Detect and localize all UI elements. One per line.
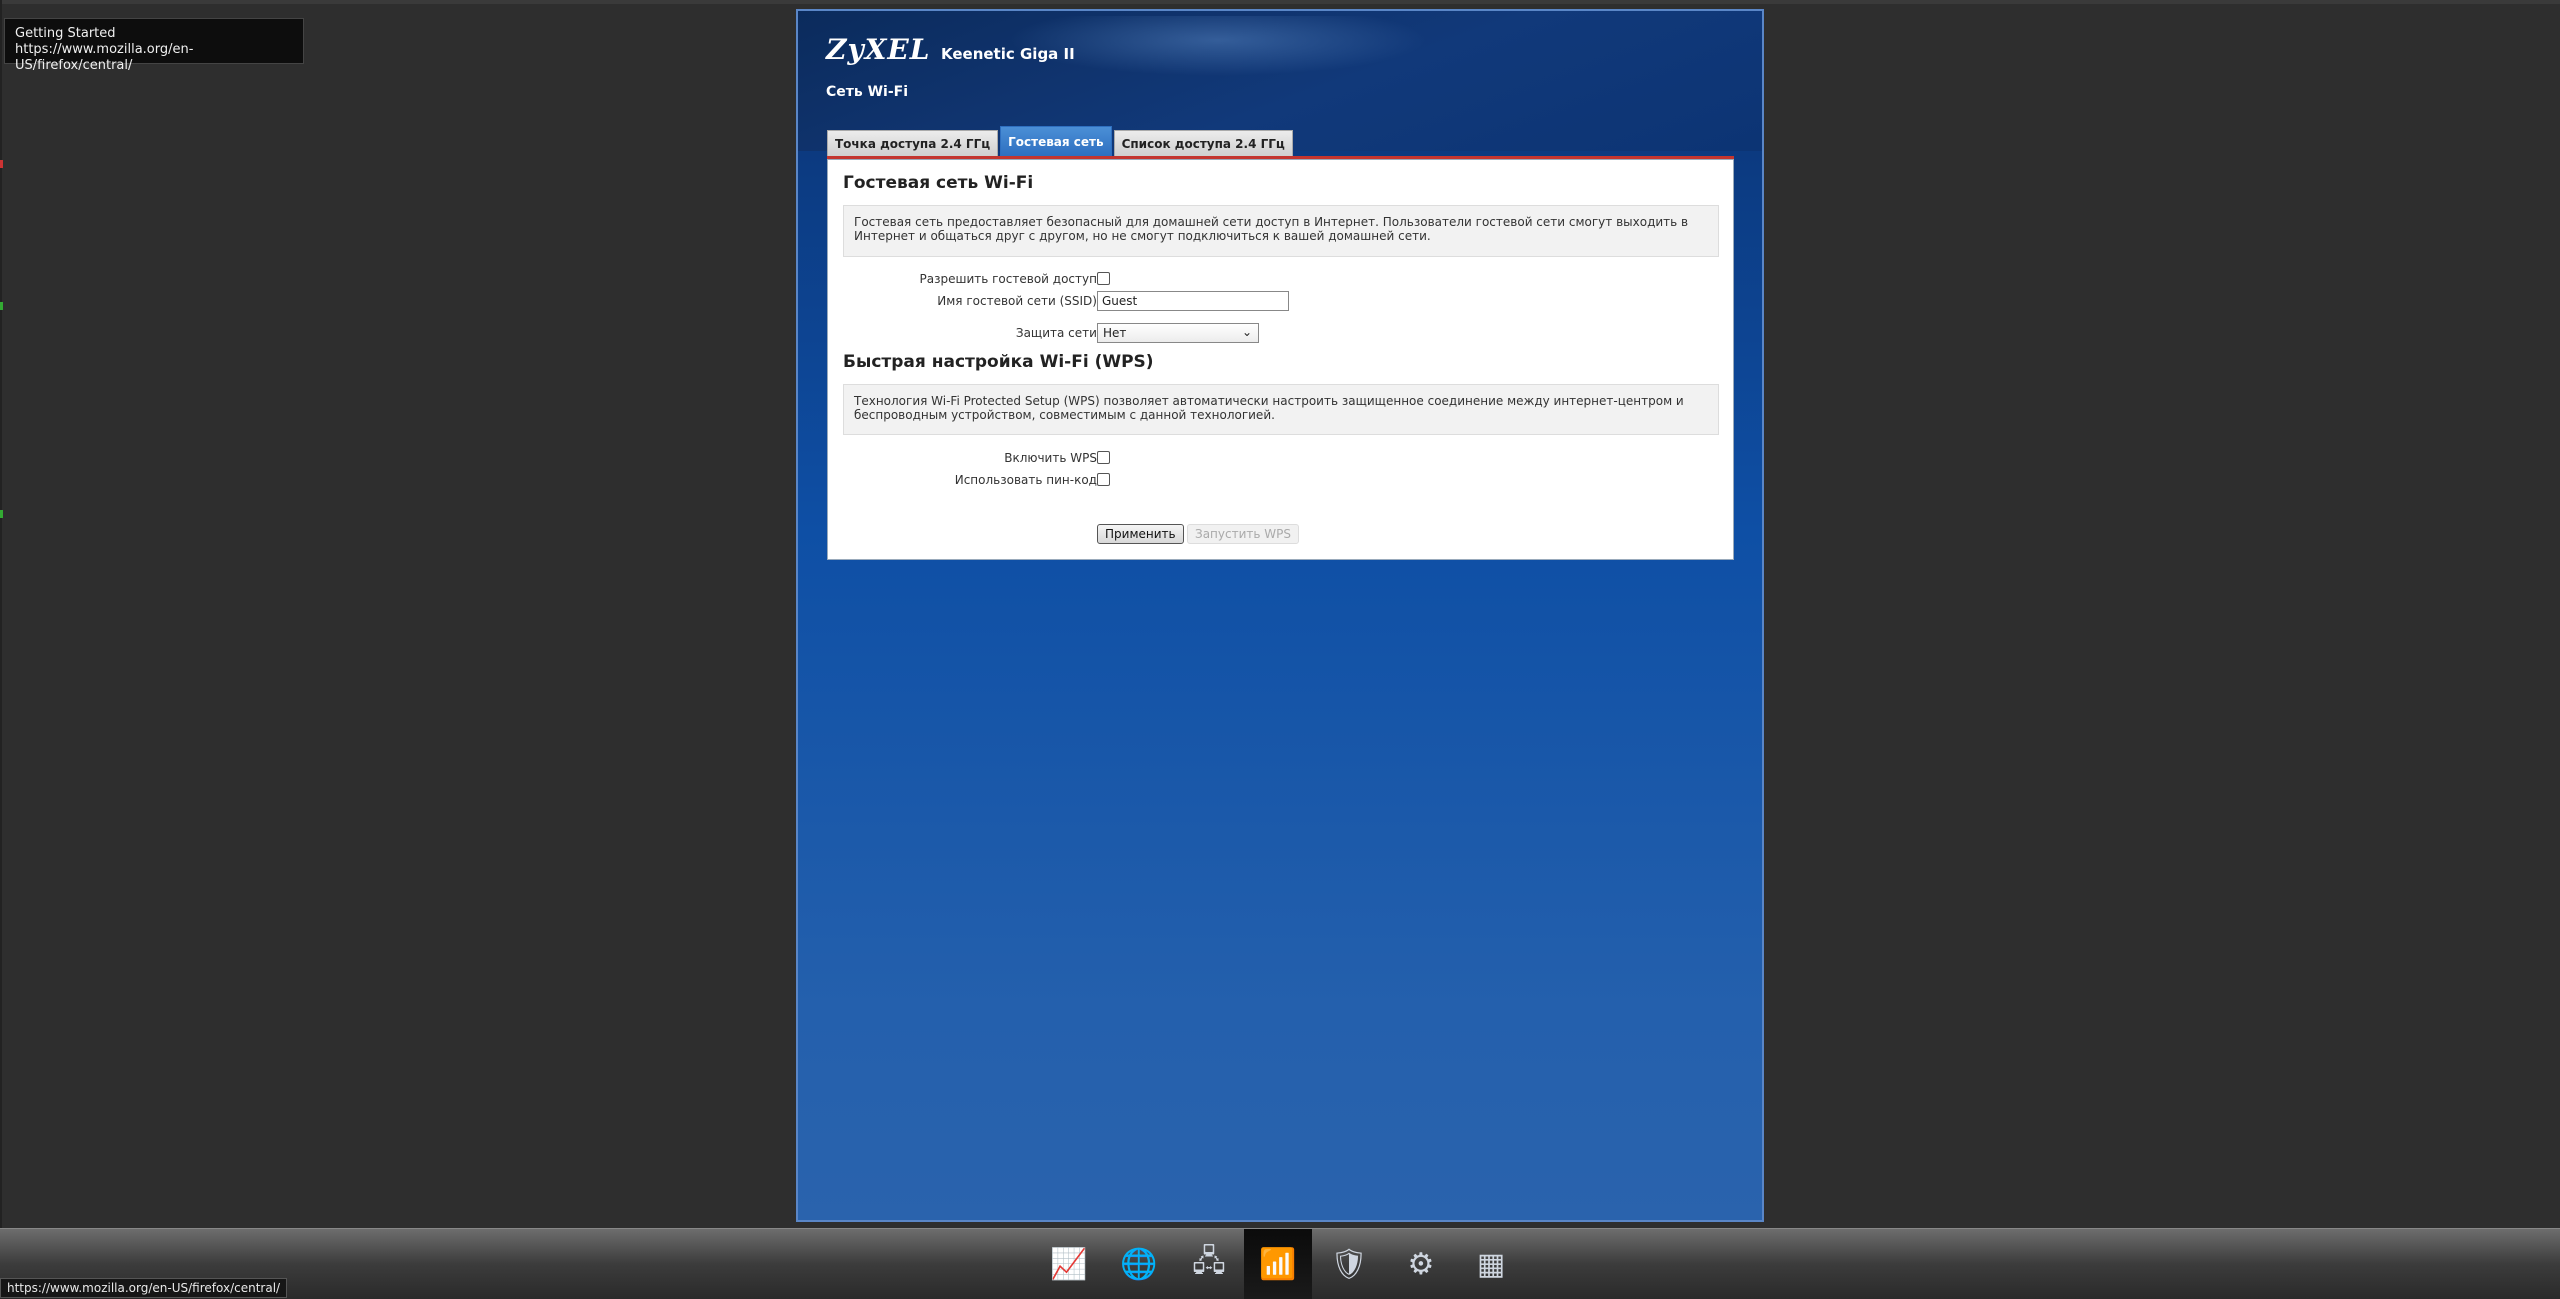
security-row: Защита сети: Нет ⌄ [828, 323, 1733, 343]
system-gear-icon[interactable]: ⚙ [1400, 1243, 1442, 1285]
section-title: Сеть Wi-Fi [826, 84, 909, 100]
security-select[interactable]: Нет ⌄ [1097, 323, 1259, 343]
guest-heading: Гостевая сеть Wi-Fi [843, 173, 1034, 193]
top-border [0, 0, 2560, 4]
guest-info-box: Гостевая сеть предоставляет безопасный д… [843, 205, 1719, 257]
use-pin-label: Использовать пин-код: [954, 473, 1101, 487]
enable-wps-label: Включить WPS: [1004, 451, 1101, 465]
enable-wps-checkbox[interactable] [1097, 451, 1110, 464]
tab-guest-network[interactable]: Гостевая сеть [1000, 126, 1112, 156]
security-select-value: Нет [1103, 326, 1127, 340]
allow-guest-label: Разрешить гостевой доступ: [919, 272, 1102, 286]
router-panel: ZyXEL Keenetic Giga II Сеть Wi-Fi Точка … [796, 9, 1764, 1222]
status-bar-url: https://www.mozilla.org/en-US/firefox/ce… [0, 1278, 288, 1298]
enable-wps-row: Включить WPS: [828, 448, 1733, 468]
apply-button[interactable]: Применить [1097, 524, 1184, 544]
tooltip-title: Getting Started [15, 26, 116, 41]
monitor-chart-icon[interactable]: 📈 [1048, 1243, 1090, 1285]
ssid-row: Имя гостевой сети (SSID): Guest [828, 291, 1733, 311]
button-row: Применить Запустить WPS [828, 524, 1733, 544]
tab-access-list-24[interactable]: Список доступа 2.4 ГГц [1113, 130, 1293, 156]
use-pin-row: Использовать пин-код: [828, 470, 1733, 490]
tab-bar: Точка доступа 2.4 ГГц Гостевая сеть Спис… [827, 122, 1295, 156]
bottom-dock: 📈 🌐 🖧 📶 🛡 ⚙ ▦ [0, 1228, 2560, 1299]
apps-grid-icon[interactable]: ▦ [1470, 1243, 1512, 1285]
zyxel-logo: ZyXEL [826, 33, 931, 66]
use-pin-checkbox[interactable] [1097, 473, 1110, 486]
ssid-input[interactable]: Guest [1097, 291, 1289, 311]
edge-marker-green [0, 302, 3, 310]
start-wps-button[interactable]: Запустить WPS [1187, 524, 1299, 544]
edge-marker-green [0, 510, 3, 518]
model-name: Keenetic Giga II [941, 45, 1075, 63]
internet-globe-icon[interactable]: 🌐 [1118, 1243, 1160, 1285]
wifi-signal-icon[interactable]: 📶 [1244, 1229, 1312, 1299]
edge-marker-red [0, 160, 3, 168]
home-network-icon[interactable]: 🖧 [1188, 1243, 1230, 1285]
allow-guest-row: Разрешить гостевой доступ: [828, 269, 1733, 289]
allow-guest-checkbox[interactable] [1097, 272, 1110, 285]
guest-network-form: Гостевая сеть Wi-Fi Гостевая сеть предос… [827, 159, 1734, 560]
wps-heading: Быстрая настройка Wi-Fi (WPS) [843, 352, 1154, 372]
ssid-label: Имя гостевой сети (SSID): [937, 294, 1101, 308]
security-shield-icon[interactable]: 🛡 [1328, 1243, 1370, 1285]
chevron-down-icon: ⌄ [1241, 325, 1252, 339]
tab-access-point-24[interactable]: Точка доступа 2.4 ГГц [827, 130, 999, 156]
left-edge-strip [0, 0, 2, 1230]
tooltip-url: https://www.mozilla.org/en-US/firefox/ce… [15, 42, 194, 73]
wps-info-box: Технология Wi-Fi Protected Setup (WPS) п… [843, 384, 1719, 435]
security-label: Защита сети: [1015, 326, 1101, 340]
link-tooltip: Getting Started https://www.mozilla.org/… [4, 18, 304, 73]
